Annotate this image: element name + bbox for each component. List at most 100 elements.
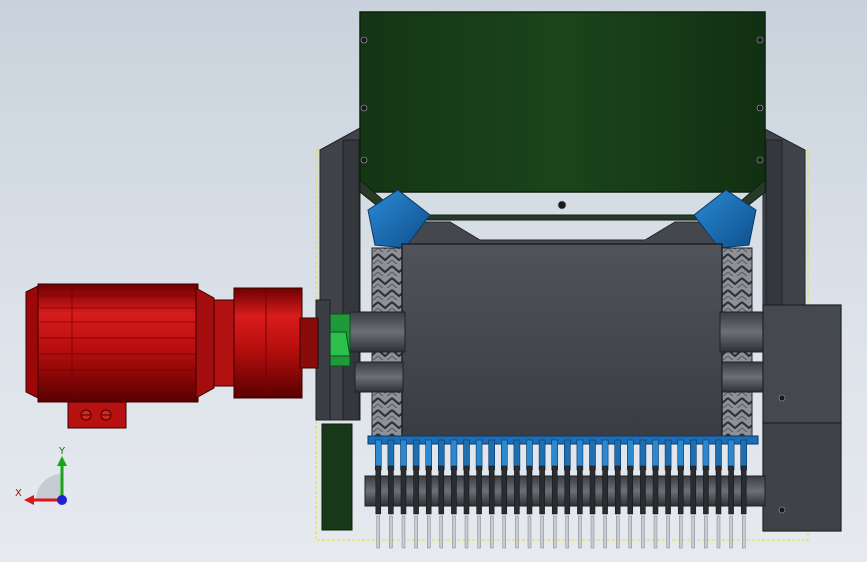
cutter-tooth <box>602 465 608 515</box>
comb-tooth <box>488 439 496 471</box>
comb-tooth <box>689 439 697 471</box>
motor-terminal-box <box>67 401 127 429</box>
comb-tooth <box>387 439 395 471</box>
discharge-pin <box>464 515 469 549</box>
shaft-lower-right <box>721 361 765 393</box>
cutter-tooth <box>577 465 583 515</box>
right-gearbox <box>762 304 842 532</box>
comb-tooth <box>715 439 722 471</box>
feed-hopper <box>359 11 766 221</box>
discharge-pin <box>389 515 393 549</box>
discharge-pin <box>578 515 582 549</box>
triad-y-arrow-icon <box>57 456 67 466</box>
cutter-tooth <box>703 465 709 515</box>
cutter-tooth <box>564 465 571 515</box>
discharge-pin <box>515 515 519 549</box>
comb-tooth <box>425 439 433 471</box>
triad-x-arrow-icon <box>24 495 34 505</box>
discharge-pin <box>691 515 695 549</box>
gearbox-bolt-2 <box>778 506 786 514</box>
comb-tooth <box>412 439 420 471</box>
comb-tooth <box>576 439 584 471</box>
discharge-pin <box>401 515 406 549</box>
comb-tooth <box>463 439 470 471</box>
cutter-tooth <box>677 465 684 515</box>
cutter-tooth <box>539 465 545 515</box>
cutter-tooth <box>551 465 558 515</box>
discharge-pin <box>666 515 670 549</box>
discharge-pin <box>502 515 506 549</box>
discharge-pin <box>376 515 380 549</box>
discharge-pin <box>452 515 456 549</box>
comb-tooth <box>526 439 533 471</box>
discharge-pin <box>704 515 708 549</box>
cutter-tooth <box>740 465 747 515</box>
comb-tooth <box>538 439 546 471</box>
shaft-lower-left <box>354 361 404 393</box>
motor-body <box>37 283 199 403</box>
cutter-tooth <box>640 465 646 515</box>
cutter-tooth <box>715 465 722 515</box>
comb-tooth <box>400 439 407 471</box>
comb-tooth <box>626 439 634 471</box>
cutter-tooth <box>375 465 382 515</box>
shaft-left-stub <box>349 311 406 353</box>
discharge-pin <box>616 515 620 549</box>
discharge-pin <box>540 515 544 549</box>
discharge-pin <box>477 515 481 549</box>
shaft-right-stub <box>719 311 766 353</box>
discharge-pin <box>439 515 443 549</box>
cutter-tooth <box>413 465 419 515</box>
cutter-tooth <box>463 465 470 515</box>
orientation-triad[interactable]: Y X <box>15 446 67 505</box>
cutter-tooth <box>652 465 659 515</box>
comb-tooth <box>475 439 483 471</box>
comb-tooth <box>727 439 735 471</box>
cad-viewport[interactable]: Y X <box>0 0 867 562</box>
discharge-pin <box>679 515 683 549</box>
gearbox-bolt-1 <box>778 394 786 402</box>
discharge-pin <box>527 515 532 549</box>
discharge-pin <box>490 515 494 549</box>
cutter-tooth <box>728 465 734 515</box>
comb-tooth <box>614 439 622 471</box>
discharge-pin <box>603 515 607 549</box>
cutter-tooth <box>400 465 407 515</box>
cutter-tooth <box>438 465 445 515</box>
comb-tooth <box>551 439 559 471</box>
triad-x-label: X <box>15 488 22 499</box>
comb-tooth <box>500 439 508 471</box>
triad-z-axis-icon <box>57 495 67 505</box>
cutter-tooth <box>614 465 621 515</box>
discharge-pin <box>716 515 721 549</box>
left-lower-guard <box>321 423 353 531</box>
gear-reducer <box>233 287 303 399</box>
gearbox-lower <box>762 422 842 532</box>
triad-plane <box>36 474 62 500</box>
comb-tooth <box>740 439 748 471</box>
discharge-pin <box>590 515 595 549</box>
comb-tooth <box>664 439 672 471</box>
cutter-tooth <box>514 465 520 515</box>
motor-adapter <box>213 299 237 387</box>
discharge-pin <box>414 515 418 549</box>
comb-tooth <box>652 439 659 471</box>
cad-model-view[interactable]: Y X <box>0 0 867 562</box>
discharge-pin <box>565 515 569 549</box>
cutter-tooth <box>627 465 634 515</box>
cutter-tooth <box>501 465 508 515</box>
cutter-tooth <box>388 465 394 515</box>
comb-tooth <box>563 439 571 471</box>
gearbox-upper <box>762 304 842 424</box>
discharge-pin <box>628 515 632 549</box>
comb-tooth <box>677 439 685 471</box>
drive-motor <box>25 283 319 429</box>
discharge-pin <box>427 515 431 549</box>
discharge-pin <box>653 515 658 549</box>
cutter-tooth <box>690 465 697 515</box>
screen-comb <box>367 435 759 471</box>
comb-tooth <box>450 439 458 471</box>
comb-tooth <box>639 439 647 471</box>
right-frame-bar <box>765 139 783 306</box>
comb-tooth <box>702 439 710 471</box>
